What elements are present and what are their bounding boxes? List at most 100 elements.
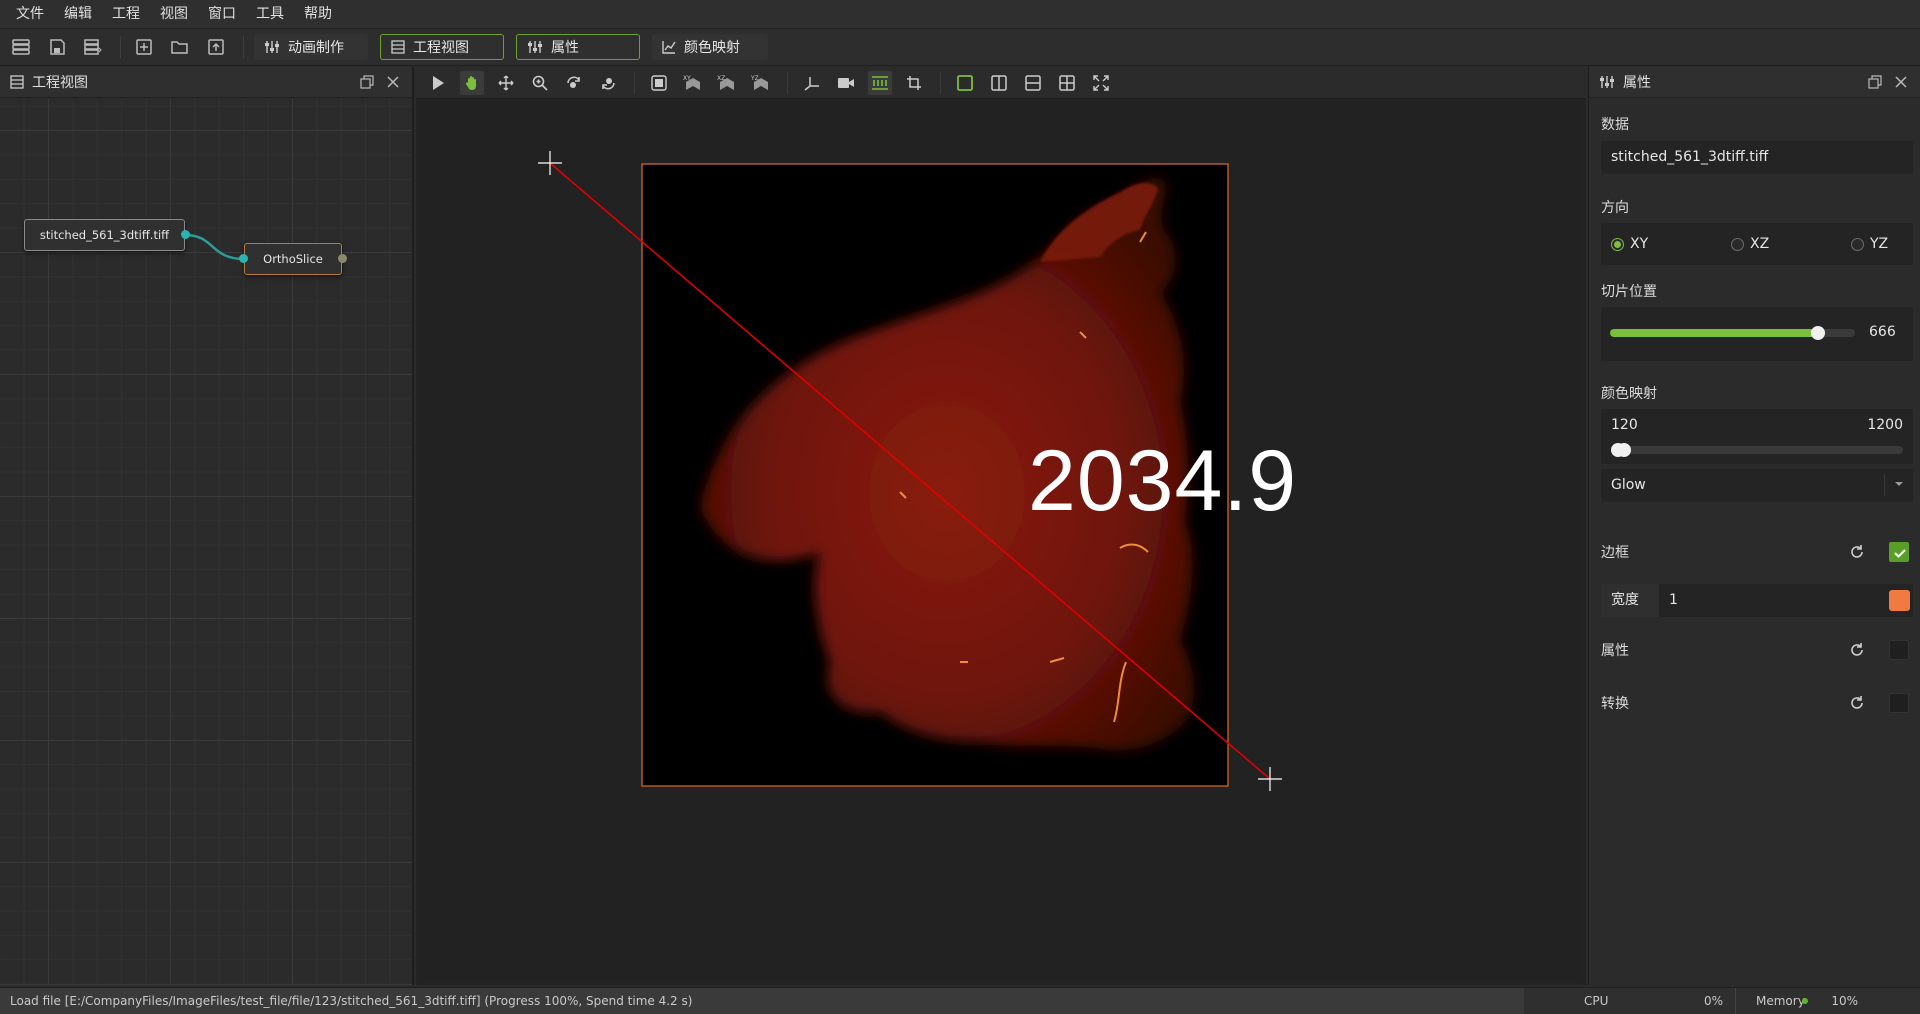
data-section-label: 数据 [1601,117,1629,133]
view-yz-icon[interactable]: YZ [749,71,773,95]
orthoslice-node[interactable]: OrthoSlice [239,243,347,275]
orientation-yz-radio[interactable]: YZ [1851,236,1888,252]
menu-tools[interactable]: 工具 [246,0,294,28]
hand-icon[interactable] [460,70,484,95]
menu-edit[interactable]: 编辑 [54,0,102,28]
input-port[interactable] [239,254,248,263]
reset-icon[interactable] [1848,641,1866,659]
orientation-xy-radio[interactable]: XY [1611,236,1648,252]
border-color-swatch[interactable] [1889,590,1910,611]
data-field[interactable]: stitched_561_3dtiff.tiff [1601,141,1913,174]
memory-value: 10% [1831,994,1858,1008]
save-icon[interactable] [44,34,70,60]
svg-text:YZ: YZ [751,75,759,82]
orientation-group: XY XZ YZ [1601,223,1913,265]
tab-project-view[interactable]: 工程视图 [380,34,504,60]
tab-animation[interactable]: 动画制作 [254,34,368,60]
axes-icon[interactable] [800,71,824,95]
view-xz-icon[interactable]: XZ [715,71,739,95]
server-icon[interactable] [8,34,34,60]
attr-checkbox[interactable] [1889,640,1909,660]
properties-header: 属性 [1589,67,1920,98]
width-value[interactable]: 1 [1669,592,1678,608]
sliders-icon [528,41,542,53]
camera-icon[interactable] [834,71,858,95]
reset-icon[interactable] [1848,543,1866,561]
tab-animation-label: 动画制作 [288,40,344,56]
view-fit-icon[interactable] [647,71,671,95]
slice-section-label: 切片位置 [1601,284,1657,300]
rotate-axis-icon[interactable] [596,71,620,95]
colormap-section-label: 颜色映射 [1601,386,1657,402]
menu-help[interactable]: 帮助 [294,0,342,28]
data-node[interactable]: stitched_561_3dtiff.tiff [24,219,190,251]
slice-slider-box: 666 [1601,307,1913,361]
menu-bar: 文件 编辑 工程 视图 窗口 工具 帮助 [0,0,1920,28]
colormap-min: 120 [1611,417,1638,433]
cpu-label: CPU [1584,994,1609,1008]
orientation-xz-label: XZ [1750,236,1770,252]
transform-checkbox[interactable] [1889,693,1909,713]
properties-title: 属性 [1623,75,1651,91]
project-view-title: 工程视图 [32,75,88,91]
float-window-icon[interactable] [1866,73,1884,91]
move-icon[interactable] [494,71,518,95]
layout-vsplit-icon[interactable] [987,71,1011,95]
zoom-icon[interactable] [528,71,552,95]
sliders-icon [1600,76,1614,88]
viewer-toolbar: XY XZ YZ [416,67,1586,99]
colormap-range-box: 120 1200 [1601,409,1913,464]
open-folder-icon[interactable] [167,34,193,60]
view-xy-icon[interactable]: XY [681,71,705,95]
output-port[interactable] [181,230,190,239]
close-icon[interactable] [384,73,402,91]
colormap-max: 1200 [1867,417,1903,433]
layout-hsplit-icon[interactable] [1021,71,1045,95]
tab-colormap[interactable]: 颜色映射 [652,34,768,60]
menu-window[interactable]: 窗口 [198,0,246,28]
tab-properties[interactable]: 属性 [516,34,640,60]
toolbar-divider [940,71,941,94]
data-field-value: stitched_561_3dtiff.tiff [1611,149,1769,165]
rotate-icon[interactable] [562,71,586,95]
menu-project[interactable]: 工程 [102,0,150,28]
data-node-label: stitched_561_3dtiff.tiff [39,228,170,242]
colormap-range-track[interactable] [1611,443,1903,457]
close-icon[interactable] [1892,73,1910,91]
slice-slider-track[interactable] [1610,326,1855,340]
colormap-select[interactable]: Glow [1601,469,1913,502]
svg-text:XZ: XZ [717,75,725,82]
slice-value: 666 [1869,324,1896,340]
tab-properties-label: 属性 [551,40,579,56]
border-checkbox[interactable] [1889,542,1909,562]
attr-section-label: 属性 [1601,643,1629,659]
project-view-panel: 工程视图 stitched_561_3dtiff.tiff OrthoSlice [0,67,414,985]
crop-icon[interactable] [902,71,926,95]
svg-text:XY: XY [683,75,691,82]
output-port[interactable] [338,254,347,263]
pointer-icon[interactable] [426,71,450,95]
orientation-xz-radio[interactable]: XZ [1731,236,1769,252]
reset-icon[interactable] [1848,694,1866,712]
render-canvas[interactable]: 2034.9 [420,102,1582,982]
main-toolbar: 动画制作 工程视图 属性 颜色映射 [0,28,1920,66]
node-graph-canvas[interactable]: stitched_561_3dtiff.tiff OrthoSlice [0,99,412,985]
crosshair-end [1258,767,1282,791]
cpu-value: 0% [1656,988,1736,1014]
fullscreen-icon[interactable] [1089,71,1113,95]
save-as-icon[interactable] [80,34,106,60]
colormap-max-thumb[interactable] [1617,443,1631,457]
layout-single-icon[interactable] [953,71,977,95]
border-width-row: 宽度 1 [1601,584,1913,617]
toolbar-divider [787,71,788,94]
menu-view[interactable]: 视图 [150,0,198,28]
transform-section-label: 转换 [1601,696,1629,712]
ruler-icon[interactable] [868,70,892,95]
radio-dot [1611,237,1624,251]
float-window-icon[interactable] [358,73,376,91]
menu-file[interactable]: 文件 [6,0,54,28]
layout-grid-icon[interactable] [1055,71,1079,95]
import-icon[interactable] [203,34,229,60]
slice-slider-thumb[interactable] [1811,326,1826,340]
new-file-icon[interactable] [131,34,157,60]
